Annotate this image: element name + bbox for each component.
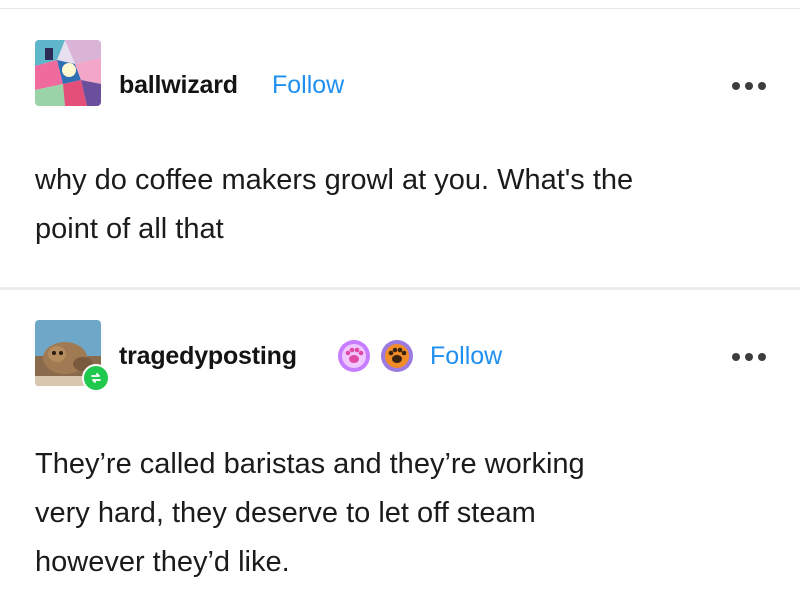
avatar[interactable] [35,40,101,106]
post-body-line: why do coffee makers growl at you. What'… [35,164,634,196]
follow-button[interactable]: Follow [430,342,502,371]
paw-badge-orange-icon[interactable] [380,339,414,373]
more-options-icon[interactable] [732,80,766,92]
post-header: tragedyposting Follow [0,320,800,392]
username[interactable]: ballwizard [119,71,238,100]
username[interactable]: tragedyposting [119,342,297,371]
post-body-line: however they’d like. [35,546,290,578]
paw-badge-pink-icon[interactable] [337,339,371,373]
reblog-icon [82,364,110,392]
post-tragedyposting: tragedyposting Follow They’re called bar… [0,290,800,603]
post-body: They’re called baristas and they’re work… [35,440,775,587]
post-ballwizard: ballwizard Follow why do coffee makers g… [0,9,800,287]
post-body: why do coffee makers growl at you. What'… [35,156,775,254]
post-body-line: very hard, they deserve to let off steam [35,497,536,529]
post-header: ballwizard Follow [0,40,800,112]
more-options-icon[interactable] [732,351,766,363]
follow-button[interactable]: Follow [272,71,344,100]
post-body-line: point of all that [35,213,224,245]
post-body-line: They’re called baristas and they’re work… [35,448,585,480]
